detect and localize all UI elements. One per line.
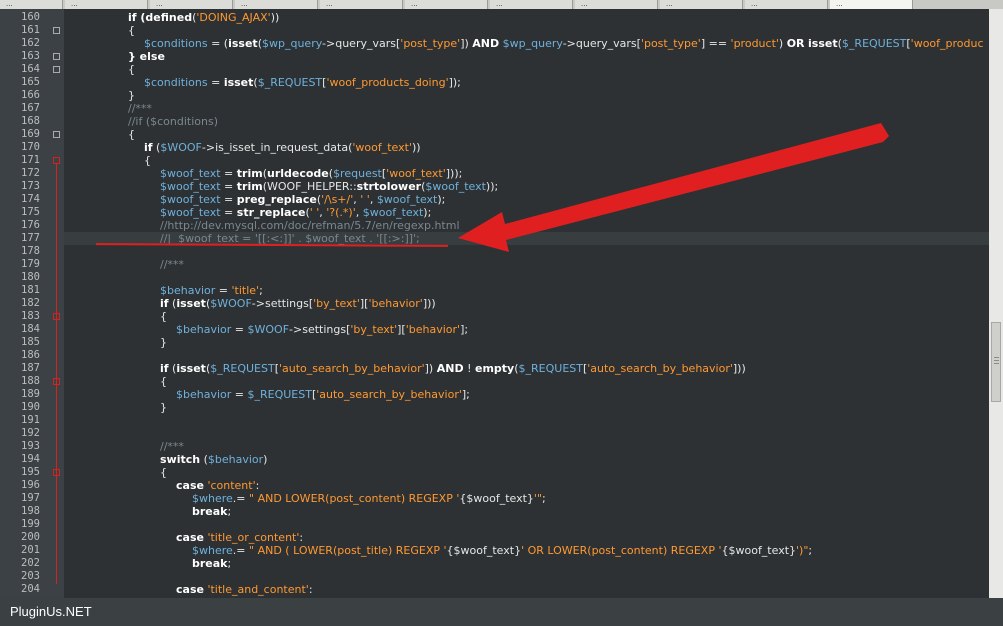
annotation-arrow-icon — [458, 123, 889, 252]
footer-bar: PluginUs.NET — [0, 598, 1003, 626]
brand-label: PluginUs.NET — [10, 604, 92, 619]
